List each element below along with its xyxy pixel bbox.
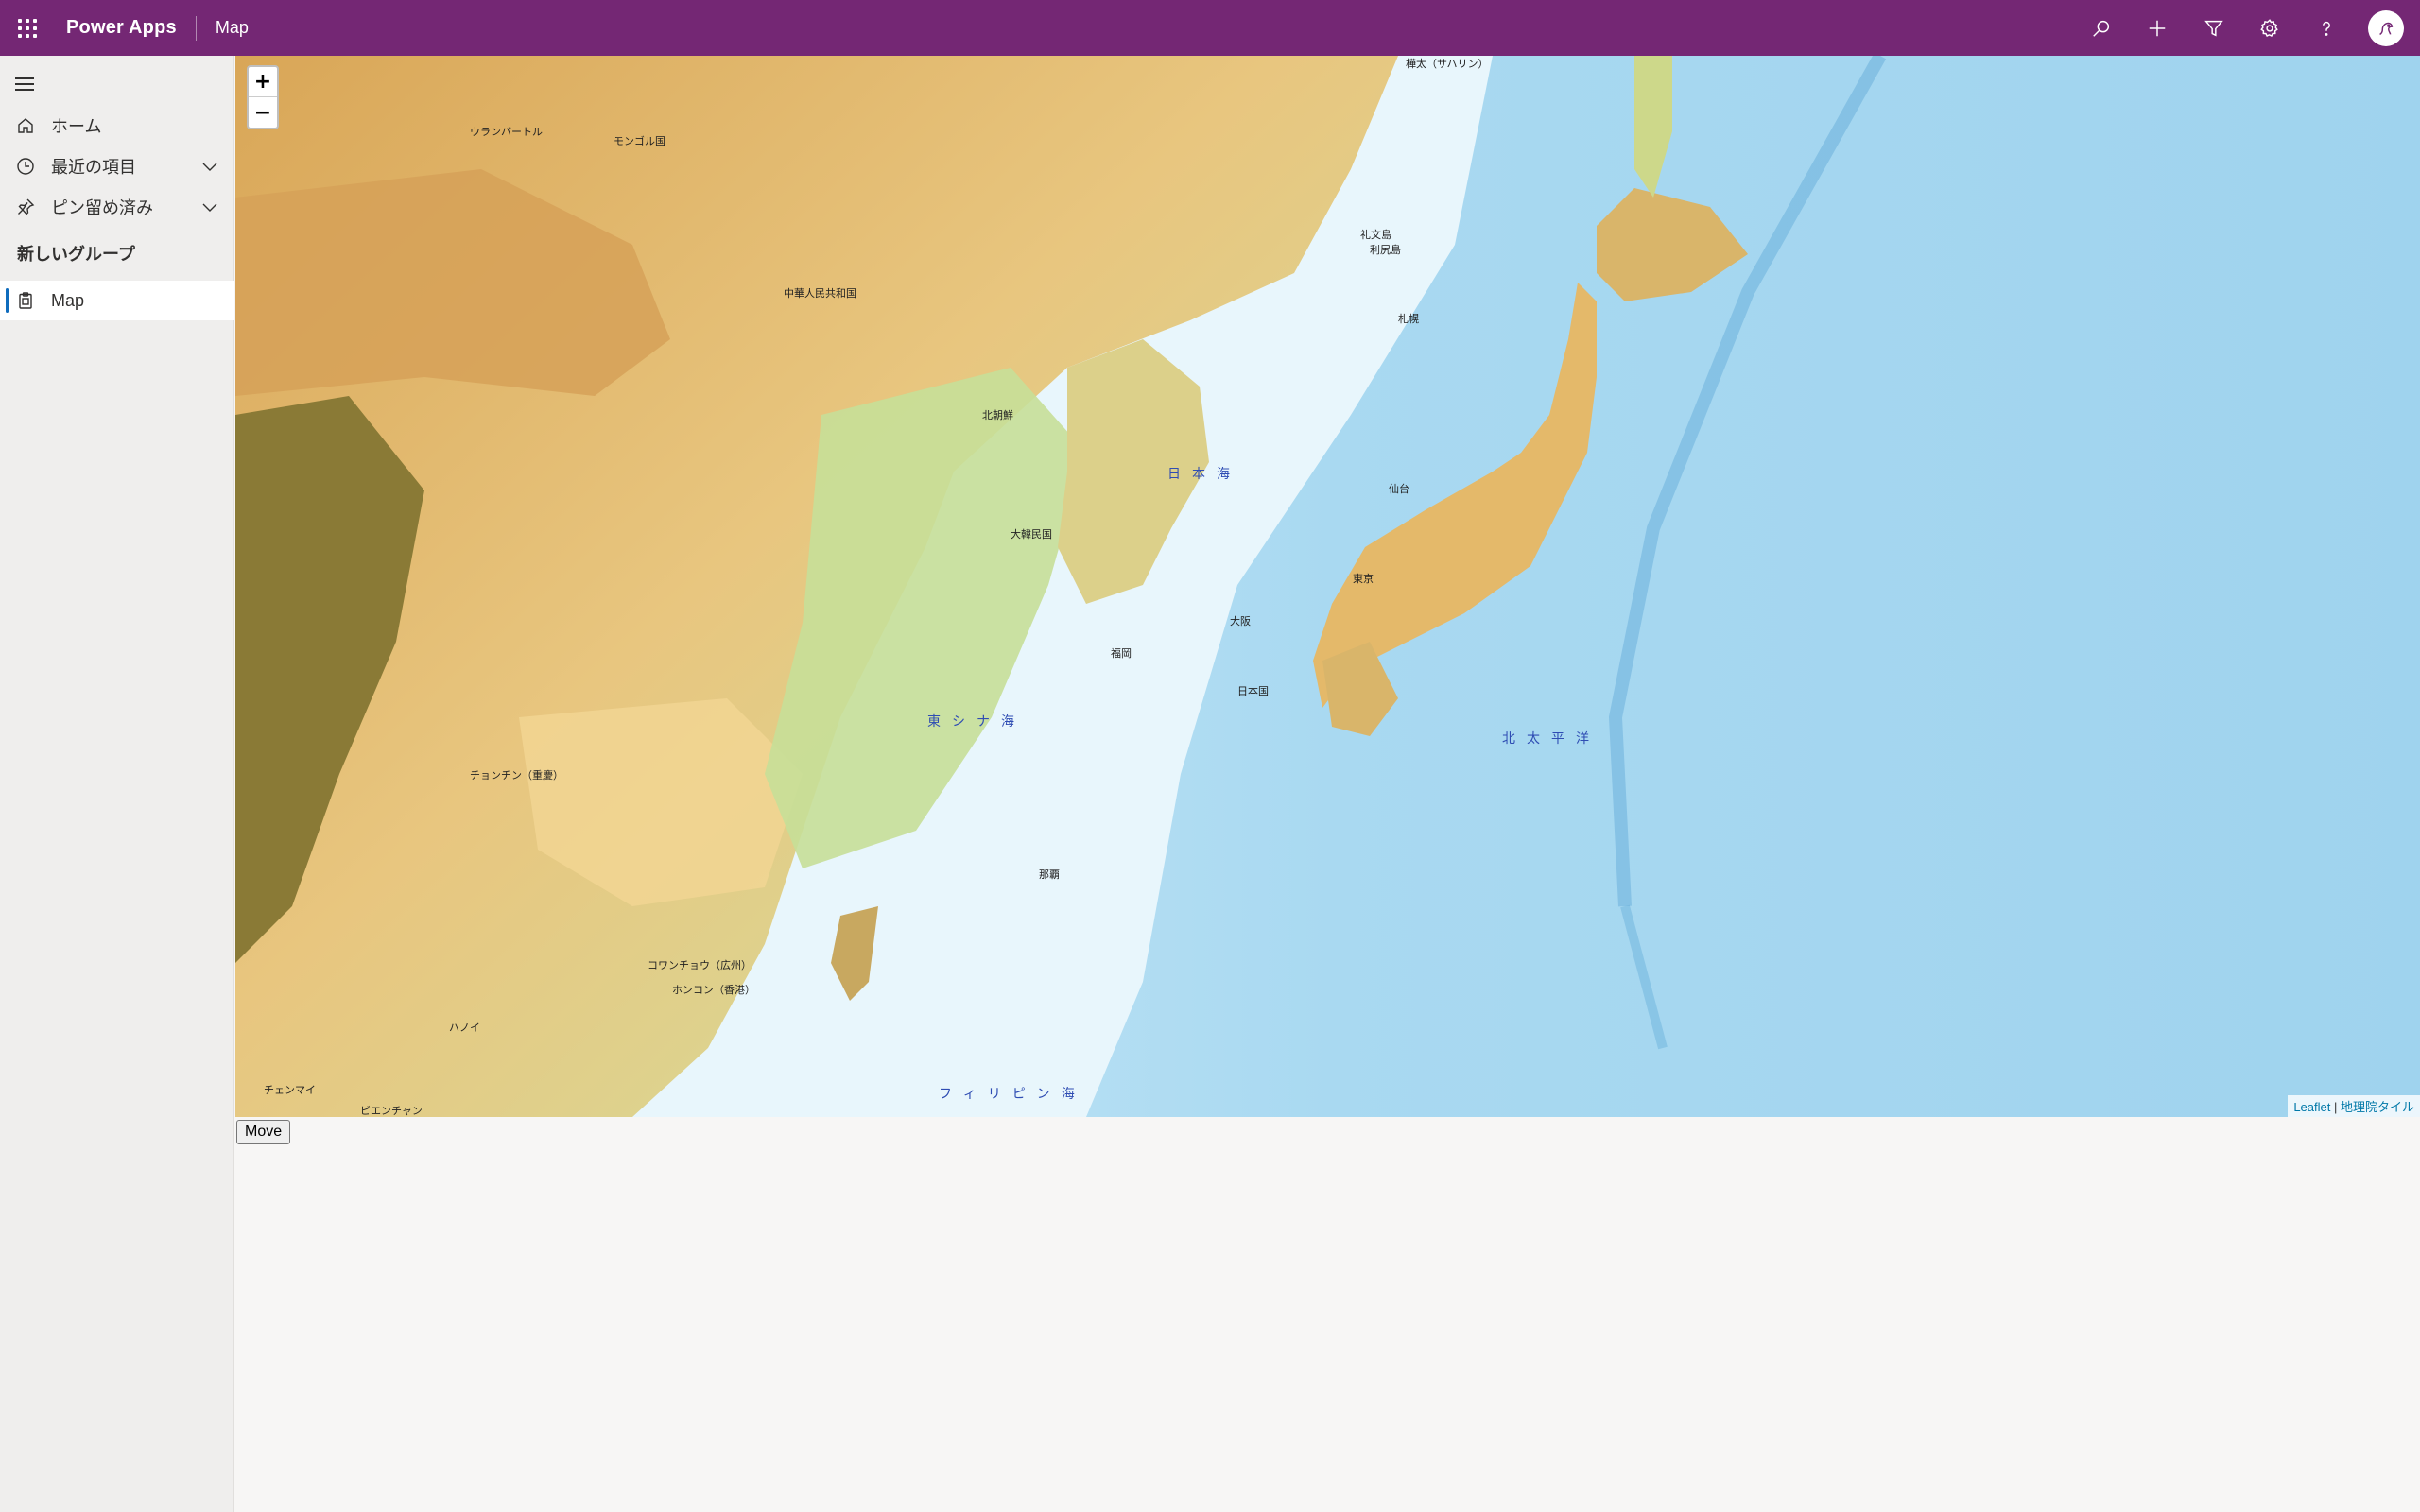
sidebar-item-pinned[interactable]: ピン留め済み	[0, 187, 234, 227]
map-terrain[interactable]	[235, 56, 2420, 1117]
map-label-chongqing: チョンチン（重慶）	[470, 770, 563, 782]
sea-label-philippine-sea: フィリピン海	[939, 1086, 1086, 1101]
add-button[interactable]	[2130, 0, 2187, 56]
sidebar-item-label: 最近の項目	[51, 158, 136, 177]
app-name[interactable]: Power Apps	[66, 17, 177, 39]
map-label-rishiri: 利尻島	[1370, 245, 1401, 256]
sidebar-item-map[interactable]: Map	[0, 281, 234, 320]
map-label-chiang-mai: チェンマイ	[264, 1085, 316, 1096]
search-button[interactable]	[2073, 0, 2130, 56]
avatar	[2368, 9, 2405, 46]
move-button[interactable]: Move	[236, 1120, 291, 1144]
sea-label-pacific: 北太平洋	[1502, 730, 1600, 746]
settings-icon	[2260, 18, 2279, 37]
chevron-down-icon[interactable]	[200, 198, 219, 216]
title-divider	[195, 15, 197, 41]
map-label-hongkong: ホンコン（香港）	[672, 985, 755, 996]
hamburger-menu-button[interactable]	[13, 73, 36, 95]
map-label-north-korea: 北朝鮮	[982, 410, 1013, 421]
sea-label-sea-of-japan: 日本海	[1167, 466, 1241, 481]
sidebar-item-recent[interactable]: 最近の項目	[0, 146, 234, 186]
map-label-china: 中華人民共和国	[784, 288, 856, 300]
map-label-sapporo: 札幌	[1398, 314, 1419, 325]
top-actions	[2073, 0, 2411, 56]
account-button[interactable]	[2355, 0, 2411, 56]
map-label-japan: 日本国	[1237, 686, 1269, 697]
gsi-tile-link[interactable]: 地理院タイル	[2341, 1100, 2414, 1114]
leaflet-link[interactable]: Leaflet	[2293, 1100, 2330, 1114]
filter-icon	[2204, 20, 2223, 37]
map-label-south-korea: 大韓民国	[1011, 529, 1052, 541]
help-button[interactable]	[2298, 0, 2355, 56]
zoom-control: + −	[247, 65, 279, 129]
sidebar-item-label: ホーム	[51, 117, 102, 136]
map-label-sendai: 仙台	[1389, 484, 1409, 495]
map-label-vientiane: ビエンチャン	[360, 1106, 423, 1117]
search-icon	[2092, 20, 2109, 37]
top-bar: Power Apps Map	[0, 0, 2420, 56]
map-label-ulaanbaatar: ウランバートル	[470, 127, 543, 138]
map-attribution: Leaflet | 地理院タイル	[2288, 1095, 2420, 1117]
pin-icon	[15, 197, 36, 217]
map-label-osaka: 大阪	[1230, 616, 1251, 627]
clock-icon	[15, 156, 36, 177]
zoom-out-button[interactable]: −	[249, 97, 277, 128]
sidebar-item-label: ピン留め済み	[51, 198, 153, 217]
sidebar-group-title: 新しいグループ	[17, 245, 135, 264]
sea-label-east-china-sea: 東シナ海	[927, 713, 1026, 729]
sidebar-item-home[interactable]: ホーム	[0, 106, 234, 146]
map-label-mongolia: モンゴル国	[614, 136, 666, 147]
map-label-hanoi: ハノイ	[449, 1022, 480, 1034]
help-icon	[2322, 21, 2330, 36]
map-label-sakhalin: 樺太（サハリン）	[1406, 59, 1489, 70]
sidebar: ホーム 最近の項目 ピン留め済み 新しいグループ Map	[0, 56, 234, 1512]
filter-button[interactable]	[2186, 0, 2242, 56]
add-icon	[2150, 20, 2166, 36]
zoom-in-button[interactable]: +	[249, 67, 277, 97]
map-label-naha: 那覇	[1039, 869, 1060, 881]
user-avatar-icon	[2379, 22, 2394, 35]
map-label-tokyo: 東京	[1353, 574, 1374, 585]
waffle-icon	[18, 18, 37, 38]
map-label-fukuoka: 福岡	[1111, 648, 1132, 660]
map-label-guangzhou: コワンチョウ（広州）	[648, 960, 752, 971]
map-view[interactable]: + − ウランバートル モンゴル国 中華人民共和国 北朝鮮 大韓民国 チョンチン…	[235, 56, 2420, 1117]
attribution-separator: |	[2330, 1100, 2341, 1114]
clipboard-icon	[15, 290, 36, 311]
settings-button[interactable]	[2242, 0, 2299, 56]
app-launcher-button[interactable]	[0, 0, 55, 56]
selection-indicator	[6, 288, 9, 313]
home-icon	[15, 115, 36, 136]
map-label-rebun: 礼文島	[1360, 230, 1392, 241]
sidebar-item-label: Map	[51, 290, 85, 310]
chevron-down-icon[interactable]	[200, 157, 219, 176]
page-name: Map	[215, 18, 249, 37]
